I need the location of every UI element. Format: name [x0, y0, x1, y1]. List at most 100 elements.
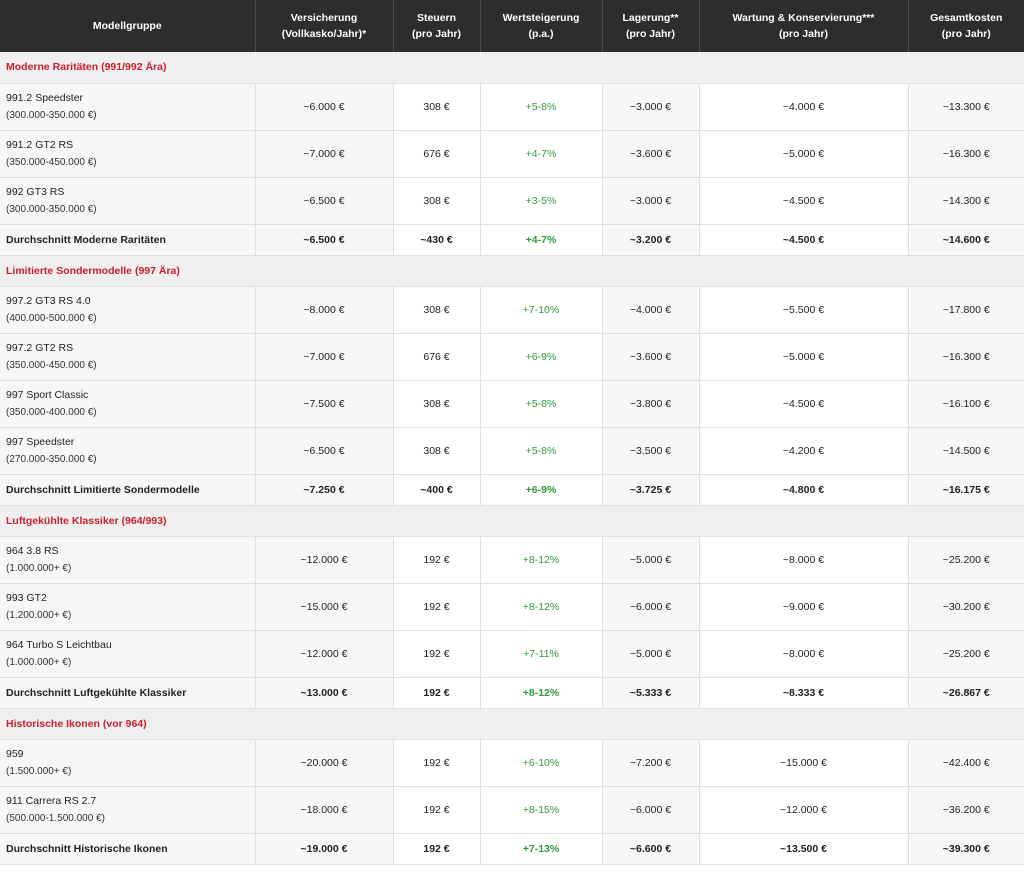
storage-cell: ~5.000 € — [602, 630, 700, 678]
storage-cell: ~4.000 € — [602, 286, 700, 334]
table-row: 992 GT3 RS (300.000-350.000 €) ~6.500 €308… — [0, 177, 1024, 225]
table-row: 997 Sport Classic (350.000-400.000 €) ~7.5… — [0, 380, 1024, 428]
model-cell: 992 GT3 RS (300.000-350.000 €) — [0, 177, 256, 225]
storage-cell: ~5.000 € — [602, 536, 700, 584]
storage-cell: ~3.500 € — [602, 427, 700, 475]
header-label: Steuern — [416, 12, 457, 24]
maintenance-cell: ~8.000 € — [699, 630, 909, 678]
cost-table-container: Modellgruppe Versicherung (Vollkasko/Jahr… — [0, 0, 1024, 875]
table-body: Moderne Raritäten (991/992 Ära) 991.2 Spe… — [0, 52, 1024, 865]
average-row: Durchschnitt Luftgekühlte Klassiker ~13.0… — [0, 677, 1024, 709]
model-name: 991.2 GT2 RS — [6, 138, 74, 151]
cost-comparison-table: Modellgruppe Versicherung (Vollkasko/Jahr… — [0, 0, 1024, 865]
model-price: (300.000-350.000 €) — [6, 203, 97, 215]
average-total-cell: ~26.867 € — [908, 677, 1024, 709]
average-insurance-cell: ~7.250 € — [255, 474, 394, 506]
average-row: Durchschnitt Moderne Raritäten ~6.500 € ~4… — [0, 224, 1024, 256]
average-maintenance-cell: ~13.500 € — [699, 833, 909, 865]
maintenance-cell: ~4.200 € — [699, 427, 909, 475]
table-row: 997.2 GT2 RS (350.000-450.000 €) ~7.000 €6… — [0, 333, 1024, 381]
model-name: 911 Carrera RS 2.7 — [6, 794, 97, 807]
tax-cell: 308 € — [393, 83, 481, 131]
average-label: Durchschnitt Limitierte Sondermodelle — [0, 474, 256, 506]
model-cell: 964 3.8 RS (1.000.000+ €) — [0, 536, 256, 584]
group-title: Moderne Raritäten (991/992 Ära) — [0, 52, 1024, 84]
group-header-row: Moderne Raritäten (991/992 Ära) — [0, 52, 1024, 84]
tax-cell: 308 € — [393, 177, 481, 225]
average-label: Durchschnitt Moderne Raritäten — [0, 224, 256, 256]
model-name: 959 — [6, 747, 24, 760]
average-label: Durchschnitt Luftgekühlte Klassiker — [0, 677, 256, 709]
average-tax-cell: ~400 € — [393, 474, 481, 506]
average-total-cell: ~39.300 € — [908, 833, 1024, 865]
model-name: 997 Speedster — [6, 435, 75, 448]
appreciation-cell: +5-8% — [480, 427, 603, 475]
average-appreciation-cell: +6-9% — [480, 474, 603, 506]
model-price: (400.000-500.000 €) — [6, 312, 97, 324]
average-label: Durchschnitt Historische Ikonen — [0, 833, 256, 865]
storage-cell: ~6.000 € — [602, 786, 700, 834]
appreciation-cell: +5-8% — [480, 83, 603, 131]
header-label: Wartung & Konservierung*** — [732, 12, 875, 24]
total-cell: ~17.800 € — [908, 286, 1024, 334]
appreciation-cell: +6-9% — [480, 333, 603, 381]
total-cell: ~16.300 € — [908, 130, 1024, 178]
header-sublabel: (pro Jahr) — [778, 28, 828, 40]
tax-cell: 308 € — [393, 286, 481, 334]
model-cell: 991.2 GT2 RS (350.000-450.000 €) — [0, 130, 256, 178]
table-row: 991.2 GT2 RS (350.000-450.000 €) ~7.000 €6… — [0, 130, 1024, 178]
group-title: Luftgekühlte Klassiker (964/993) — [0, 505, 1024, 537]
header-wertsteigerung: Wertsteigerung (p.a.) — [480, 0, 603, 52]
maintenance-cell: ~5.000 € — [699, 130, 909, 178]
storage-cell: ~6.000 € — [602, 583, 700, 631]
model-cell: 993 GT2 (1.200.000+ €) — [0, 583, 256, 631]
header-label: Versicherung — [290, 12, 358, 24]
appreciation-cell: +3-5% — [480, 177, 603, 225]
model-cell: 997.2 GT2 RS (350.000-450.000 €) — [0, 333, 256, 381]
storage-cell: ~3.600 € — [602, 130, 700, 178]
appreciation-cell: +5-8% — [480, 380, 603, 428]
header-sublabel: (pro Jahr) — [625, 28, 675, 40]
model-cell: 964 Turbo S Leichtbau (1.000.000+ €) — [0, 630, 256, 678]
total-cell: ~13.300 € — [908, 83, 1024, 131]
model-price: (270.000-350.000 €) — [6, 453, 97, 465]
group-title: Historische Ikonen (vor 964) — [0, 708, 1024, 740]
tax-cell: 308 € — [393, 427, 481, 475]
model-name: 964 Turbo S Leichtbau — [6, 638, 112, 651]
table-row: 911 Carrera RS 2.7 (500.000-1.500.000 €) ~… — [0, 786, 1024, 834]
average-tax-cell: 192 € — [393, 833, 481, 865]
model-price: (1.000.000+ €) — [6, 656, 72, 668]
header-label: Gesamtkosten — [930, 12, 1003, 24]
model-price: (1.200.000+ €) — [6, 609, 72, 621]
tax-cell: 676 € — [393, 130, 481, 178]
header-sublabel: (Vollkasko/Jahr)* — [281, 28, 367, 40]
header-modellgruppe: Modellgruppe — [0, 0, 256, 52]
average-appreciation-cell: +4-7% — [480, 224, 603, 256]
tax-cell: 192 € — [393, 739, 481, 787]
storage-cell: ~3.000 € — [602, 177, 700, 225]
appreciation-cell: +8-12% — [480, 583, 603, 631]
tax-cell: 192 € — [393, 630, 481, 678]
table-header: Modellgruppe Versicherung (Vollkasko/Jahr… — [0, 0, 1024, 52]
model-price: (1.000.000+ €) — [6, 562, 72, 574]
insurance-cell: ~6.500 € — [255, 427, 394, 475]
tax-cell: 192 € — [393, 536, 481, 584]
header-gesamtkosten: Gesamtkosten (pro Jahr) — [908, 0, 1024, 52]
model-price: (500.000-1.500.000 €) — [6, 812, 105, 824]
header-sublabel: (pro Jahr) — [411, 28, 461, 40]
header-lagerung: Lagerung** (pro Jahr) — [602, 0, 700, 52]
model-name: 997.2 GT3 RS 4.0 — [6, 294, 91, 307]
average-storage-cell: ~5.333 € — [602, 677, 700, 709]
total-cell: ~25.200 € — [908, 536, 1024, 584]
model-cell: 997 Speedster (270.000-350.000 €) — [0, 427, 256, 475]
tax-cell: 192 € — [393, 786, 481, 834]
total-cell: ~14.300 € — [908, 177, 1024, 225]
total-cell: ~16.100 € — [908, 380, 1024, 428]
maintenance-cell: ~5.000 € — [699, 333, 909, 381]
group-header-row: Historische Ikonen (vor 964) — [0, 708, 1024, 740]
average-tax-cell: 192 € — [393, 677, 481, 709]
table-row: 964 Turbo S Leichtbau (1.000.000+ €) ~12.0… — [0, 630, 1024, 678]
average-appreciation-cell: +7-13% — [480, 833, 603, 865]
maintenance-cell: ~4.500 € — [699, 380, 909, 428]
header-sublabel: (p.a.) — [528, 28, 554, 40]
